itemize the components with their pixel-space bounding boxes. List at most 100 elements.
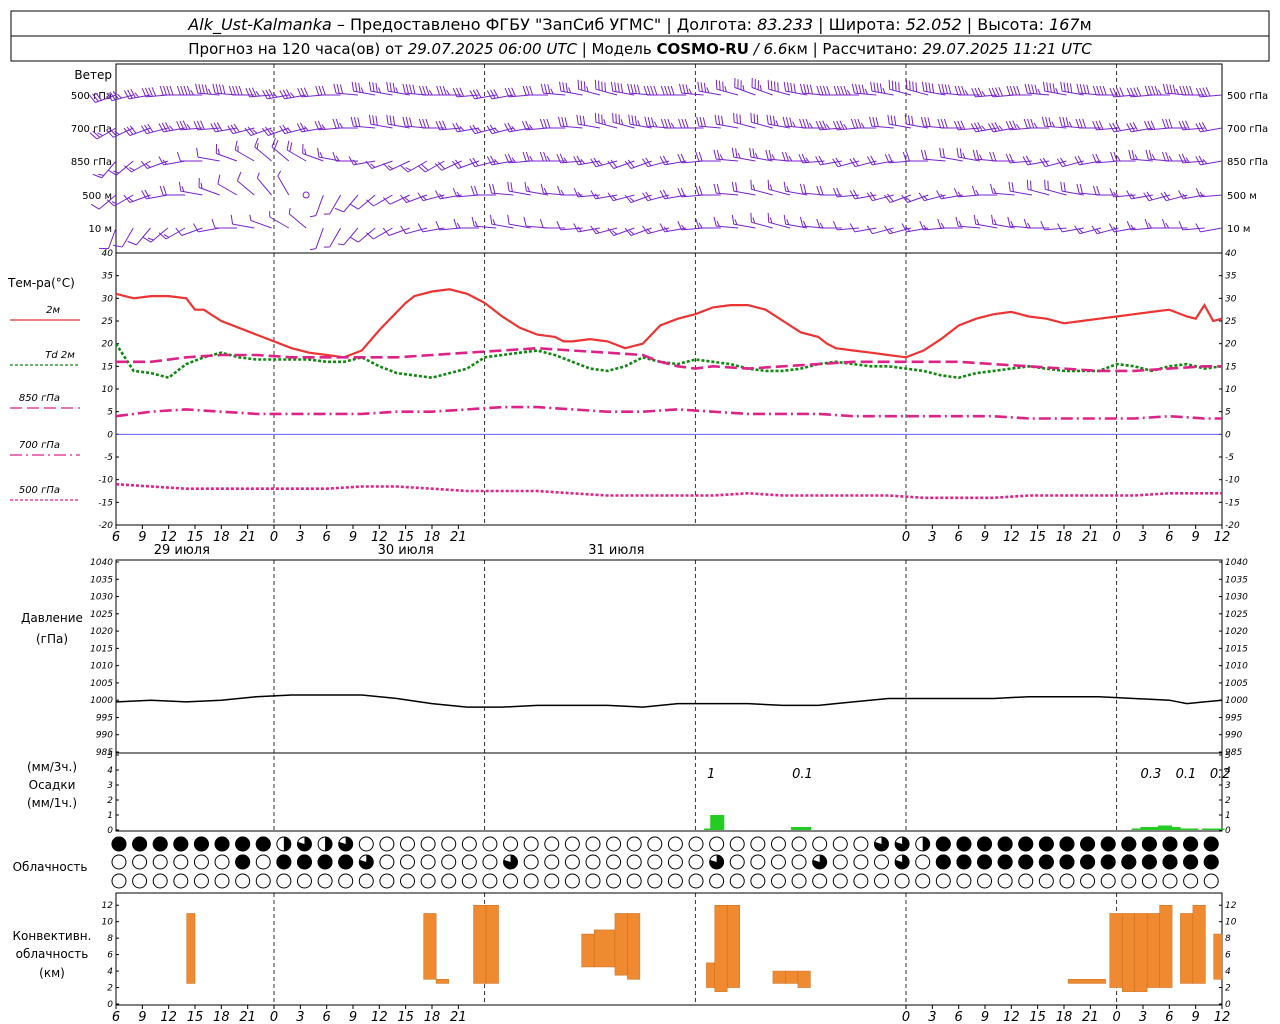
wind-barb bbox=[1042, 81, 1067, 96]
wind-barb-staff bbox=[277, 175, 290, 196]
wind-barb-feather bbox=[915, 82, 918, 92]
wind-barb-feather bbox=[354, 82, 358, 92]
cloud-symbol bbox=[296, 836, 312, 852]
wind-barb bbox=[332, 151, 358, 162]
cloud-symbol bbox=[1059, 836, 1075, 852]
wind-barb bbox=[577, 79, 601, 96]
cloud-symbol bbox=[111, 836, 127, 852]
precip-title-3: (мм/1ч.) bbox=[27, 796, 77, 810]
cloud-symbol bbox=[1059, 873, 1075, 889]
wind-barb-feather bbox=[392, 115, 396, 126]
pressure-ytick-left: 1040 bbox=[90, 558, 113, 568]
wind-level-right: 10 м bbox=[1227, 224, 1250, 235]
pressure-ytick-left: 990 bbox=[96, 731, 113, 741]
wind-barb-feather bbox=[772, 115, 776, 126]
wind-barb-feather bbox=[317, 147, 320, 158]
wind-barb-feather bbox=[919, 221, 925, 231]
wind-barb-feather bbox=[1066, 82, 1070, 93]
conv-ytick-left: 8 bbox=[107, 934, 113, 944]
wind-barb-feather bbox=[594, 112, 597, 123]
wind-barb-feather bbox=[610, 81, 614, 92]
cloud-fill-full bbox=[338, 854, 354, 870]
convective-bar bbox=[614, 913, 628, 976]
wind-barb-feather bbox=[1079, 184, 1083, 194]
temp-ytick-right: -10 bbox=[1225, 476, 1240, 486]
model-resolution-unit: км bbox=[787, 40, 807, 58]
cloud-symbol bbox=[915, 836, 931, 852]
wind-barb-feather bbox=[1128, 149, 1132, 160]
wind-barb-feather bbox=[539, 151, 544, 162]
wind-barb-feather bbox=[1178, 121, 1184, 131]
wind-barb-staff bbox=[315, 227, 324, 249]
wind-barb-feather bbox=[928, 82, 931, 93]
wind-barb-feather bbox=[332, 118, 337, 129]
cloud-circle bbox=[441, 873, 457, 889]
wind-barb-staff bbox=[121, 227, 134, 248]
cloud-fill-full bbox=[1038, 836, 1054, 852]
wind-barb-feather bbox=[525, 85, 530, 96]
wind-barb bbox=[1178, 190, 1205, 200]
wind-barb-feather bbox=[1144, 121, 1149, 131]
wind-barb-feather bbox=[731, 147, 735, 158]
wind-barb-feather bbox=[412, 84, 416, 95]
wind-barb bbox=[1024, 83, 1050, 96]
wind-barb-feather bbox=[1161, 218, 1166, 229]
conv-hour-label: 15 bbox=[397, 1010, 414, 1024]
wind-barb-feather bbox=[731, 181, 735, 192]
day-label: 29 июля bbox=[154, 543, 210, 558]
temp-ytick-left: 20 bbox=[102, 340, 114, 350]
wind-barb-feather bbox=[1005, 154, 1011, 164]
wind-barb-staff bbox=[405, 227, 428, 235]
cloud-fill-full bbox=[132, 836, 148, 852]
wind-barb-feather bbox=[162, 185, 167, 196]
wind-barb-feather bbox=[971, 88, 976, 98]
wind-barb-feather bbox=[436, 85, 441, 96]
cloud-fill-full bbox=[997, 854, 1013, 870]
wind-barb-feather bbox=[858, 84, 862, 94]
cloud-symbol bbox=[173, 873, 189, 889]
wind-barb-feather bbox=[435, 221, 441, 231]
wind-barb-staff bbox=[343, 227, 359, 246]
wind-barb-feather bbox=[439, 85, 444, 96]
cloud-symbol bbox=[832, 854, 848, 870]
wind-barb-feather bbox=[215, 84, 219, 94]
wind-barb-feather bbox=[768, 150, 772, 160]
convective-bar bbox=[1067, 979, 1106, 984]
pressure-ytick-right: 1000 bbox=[1225, 696, 1248, 706]
wind-barb-feather bbox=[488, 183, 493, 194]
wind-barb-feather bbox=[1182, 85, 1187, 96]
wind-barb-feather bbox=[1136, 87, 1142, 97]
wind-barb-feather bbox=[1185, 85, 1190, 96]
wind-barb-feather bbox=[718, 80, 721, 91]
legend-label-t2m: 2м bbox=[46, 305, 60, 316]
cloud-circle bbox=[688, 873, 704, 889]
wind-barb-feather bbox=[857, 118, 862, 129]
convective-bar bbox=[797, 970, 811, 988]
cloud-symbol bbox=[750, 873, 766, 889]
wind-barb-feather bbox=[366, 232, 374, 240]
wind-barb-feather bbox=[382, 227, 390, 236]
precip-bar bbox=[1184, 828, 1199, 830]
wind-barb-feather bbox=[618, 114, 621, 125]
wind-barb bbox=[382, 194, 410, 205]
conv-hour-label: 12 bbox=[1003, 1010, 1020, 1024]
cloud-symbol bbox=[276, 854, 292, 870]
wind-barb-feather bbox=[573, 188, 579, 198]
cloud-symbol bbox=[791, 873, 807, 889]
wind-barb-feather bbox=[418, 118, 423, 129]
wind-temp-frame bbox=[115, 63, 1223, 526]
wind-barb-feather bbox=[677, 154, 683, 164]
wind-barb bbox=[714, 114, 739, 129]
wind-barb-feather bbox=[921, 81, 925, 92]
pressure-ytick-left: 1010 bbox=[90, 662, 113, 672]
wind-barb-feather bbox=[318, 85, 323, 96]
wind-barb-feather bbox=[802, 118, 807, 129]
pressure-ytick-left: 1015 bbox=[90, 644, 113, 654]
wind-barb-feather bbox=[884, 154, 890, 164]
wind-barb-staff bbox=[358, 227, 376, 243]
wind-barb-feather bbox=[372, 115, 375, 125]
wind-barb-feather bbox=[522, 85, 527, 96]
cloud-circle bbox=[523, 836, 539, 852]
wind-barb-feather bbox=[402, 116, 406, 127]
wind-barb-feather bbox=[141, 88, 147, 98]
